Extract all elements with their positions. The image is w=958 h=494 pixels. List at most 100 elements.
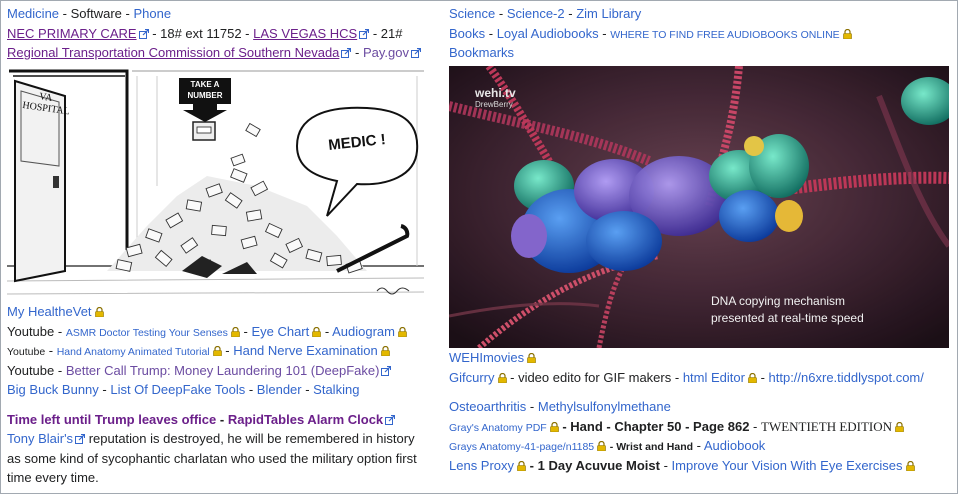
stalking-link[interactable]: Stalking — [313, 382, 359, 397]
left-row-5: Youtube - ASMR Doctor Testing Your Sense… — [7, 322, 425, 342]
lock-icon — [748, 373, 757, 383]
external-link-icon — [75, 434, 85, 444]
audiobook-link[interactable]: Audiobook — [704, 438, 765, 453]
books-link[interactable]: Books — [449, 26, 485, 41]
lock-icon — [312, 327, 321, 337]
tiddlyspot-link[interactable]: http://n6xre.tiddlyspot.com/ — [769, 370, 924, 385]
right-row-1: Science - Science-2 - Zim Library — [449, 6, 642, 21]
free-audiobooks-link[interactable]: WHERE TO FIND FREE AUDIOBOOKS ONLINE — [610, 29, 839, 41]
external-link-icon — [359, 29, 369, 39]
eye-chart-link[interactable]: Eye Chart — [251, 324, 309, 339]
left-row-6: Youtube - Hand Anatomy Animated Tutorial… — [7, 341, 425, 361]
lock-icon — [843, 29, 852, 39]
tony-blair-link[interactable]: Tony Blair's — [7, 431, 73, 446]
blender-link[interactable]: Blender — [257, 382, 302, 397]
cartoon-sign-text: TAKE A NUMBER — [187, 80, 223, 100]
lens-proxy-link[interactable]: Lens Proxy — [449, 458, 514, 473]
lock-icon — [231, 327, 240, 337]
time-left-link[interactable]: Time left until Trump leaves office — [7, 412, 216, 427]
lock-icon — [895, 422, 904, 432]
lock-icon — [517, 461, 526, 471]
science-link[interactable]: Science — [449, 6, 495, 21]
gifcurry-description: - video edito for GIF makers - — [510, 369, 680, 385]
right-lower-links: WEHImovies Gifcurry - video edito for GI… — [449, 348, 954, 475]
external-link-icon — [385, 415, 395, 425]
loyal-audiobooks-link[interactable]: Loyal Audiobooks — [497, 26, 599, 41]
right-row-5: Gifcurry - video edito for GIF makers - … — [449, 369, 924, 385]
grays-anatomy-pdf-link[interactable]: Gray's Anatomy PDF — [449, 422, 547, 434]
osteoarthritis-link[interactable]: Osteoarthritis — [449, 399, 526, 414]
left-row-1: Medicine - Software - Phone — [7, 6, 172, 21]
hand-anatomy-link[interactable]: Hand Anatomy Animated Tutorial — [57, 346, 210, 358]
html-editor-link[interactable]: html Editor — [683, 370, 745, 385]
lock-icon — [906, 461, 915, 471]
rapidtables-alarm-link[interactable]: RapidTables Alarm Clock — [228, 412, 383, 427]
va-hospital-cartoon[interactable]: VA HOSPITAL TAKE A NUMBER MEDIC ! — [6, 66, 425, 302]
lock-icon — [95, 307, 104, 317]
lock-icon — [213, 346, 222, 356]
msm-link[interactable]: Methylsulfonylmethane — [538, 399, 671, 414]
medicine-link[interactable]: Medicine — [7, 6, 59, 21]
nec-ext-text: - 18# ext 11752 - — [152, 25, 250, 41]
rtc-link[interactable]: Regional Transportation Commission of So… — [7, 45, 339, 60]
wrist-hand-text: Wrist and Hand — [616, 441, 694, 453]
dna-copying-video[interactable]: wehi.tv DrewBerry DNA copying mechanism … — [447, 63, 957, 351]
left-row-9: Time left until Trump leaves office - Ra… — [7, 410, 425, 430]
external-link-icon — [381, 366, 391, 376]
lock-icon — [527, 353, 536, 363]
twentieth-edition-text: TWENTIETH EDITION — [761, 418, 893, 434]
pay-gov-link[interactable]: Pay.gov — [363, 45, 409, 60]
external-link-icon — [139, 29, 149, 39]
left-lower-links: My HealtheVet Youtube - ASMR Doctor Test… — [7, 302, 425, 488]
left-row-3: Regional Transportation Commission of So… — [7, 43, 425, 63]
video-caption-line-1: DNA copying mechanism — [711, 294, 846, 308]
grays-anatomy-41-link[interactable]: Grays Anatomy-41-page/n1185 — [449, 441, 594, 453]
eye-exercises-link[interactable]: Improve Your Vision With Eye Exercises — [672, 458, 903, 473]
hand-chapter-text: Hand - Chapter 50 - Page 862 — [570, 418, 750, 434]
better-call-trump-link[interactable]: Better Call Trump: Money Laundering 101 … — [66, 363, 380, 378]
software-label: Software — [70, 6, 122, 21]
acuvue-text: 1 Day Acuvue Moist — [537, 457, 660, 473]
deepfake-tools-link[interactable]: List Of DeepFake Tools — [110, 382, 245, 397]
lv-ext-text: - 21# — [372, 25, 403, 41]
las-vegas-hcs-link[interactable]: LAS VEGAS HCS — [253, 26, 357, 41]
right-row-3: Bookmarks — [449, 43, 954, 63]
youtube-label: Youtube — [7, 346, 46, 358]
lock-icon — [381, 346, 390, 356]
bookmarks-link[interactable]: Bookmarks — [449, 45, 514, 60]
wehimovies-link[interactable]: WEHImovies — [449, 350, 524, 365]
tony-blair-paragraph: Tony Blair's reputation is destroyed, he… — [7, 429, 417, 488]
audiogram-link[interactable]: Audiogram — [332, 324, 395, 339]
big-buck-bunny-link[interactable]: Big Buck Bunny — [7, 382, 99, 397]
left-row-4: My HealtheVet — [7, 302, 425, 322]
wehi-author-text: DrewBerry — [475, 100, 513, 109]
external-link-icon — [341, 48, 351, 58]
gifcurry-link[interactable]: Gifcurry — [449, 370, 495, 385]
lock-icon — [597, 441, 606, 451]
right-row-2: Books - Loyal Audiobooks - WHERE TO FIND… — [449, 24, 954, 44]
youtube-label: Youtube — [7, 362, 55, 378]
hand-nerve-link[interactable]: Hand Nerve Examination — [233, 343, 378, 358]
left-row-2: NEC PRIMARY CARE - 18# ext 11752 - LAS V… — [7, 24, 425, 44]
external-link-icon — [411, 48, 421, 58]
wehi-brand-text: wehi.tv — [475, 86, 516, 100]
left-row-7: Youtube - Better Call Trump: Money Laund… — [7, 361, 425, 381]
science-2-link[interactable]: Science-2 — [507, 6, 565, 21]
lock-icon — [550, 422, 559, 432]
lock-icon — [498, 373, 507, 383]
my-healthevet-link[interactable]: My HealtheVet — [7, 304, 92, 319]
asmr-link[interactable]: ASMR Doctor Testing Your Senses — [66, 327, 228, 339]
lock-icon — [398, 327, 407, 337]
right-row-9: Lens Proxy - 1 Day Acuvue Moist - Improv… — [449, 456, 954, 476]
left-column: Medicine - Software - Phone NEC PRIMARY … — [6, 4, 425, 485]
right-row-6: Osteoarthritis - Methylsulfonylmethane — [449, 399, 671, 414]
right-column: Science - Science-2 - Zim Library Books … — [447, 4, 957, 473]
zim-library-link[interactable]: Zim Library — [576, 6, 641, 21]
left-row-8: Big Buck Bunny - List Of DeepFake Tools … — [7, 382, 360, 397]
phone-link[interactable]: Phone — [133, 6, 171, 21]
nec-primary-care-link[interactable]: NEC PRIMARY CARE — [7, 26, 137, 41]
right-row-7: Gray's Anatomy PDF - Hand - Chapter 50 -… — [449, 417, 954, 437]
video-caption-line-2: presented at real-time speed — [711, 311, 864, 325]
right-row-8: Grays Anatomy-41-page/n1185 - Wrist and … — [449, 438, 766, 453]
youtube-label: Youtube — [7, 323, 55, 339]
